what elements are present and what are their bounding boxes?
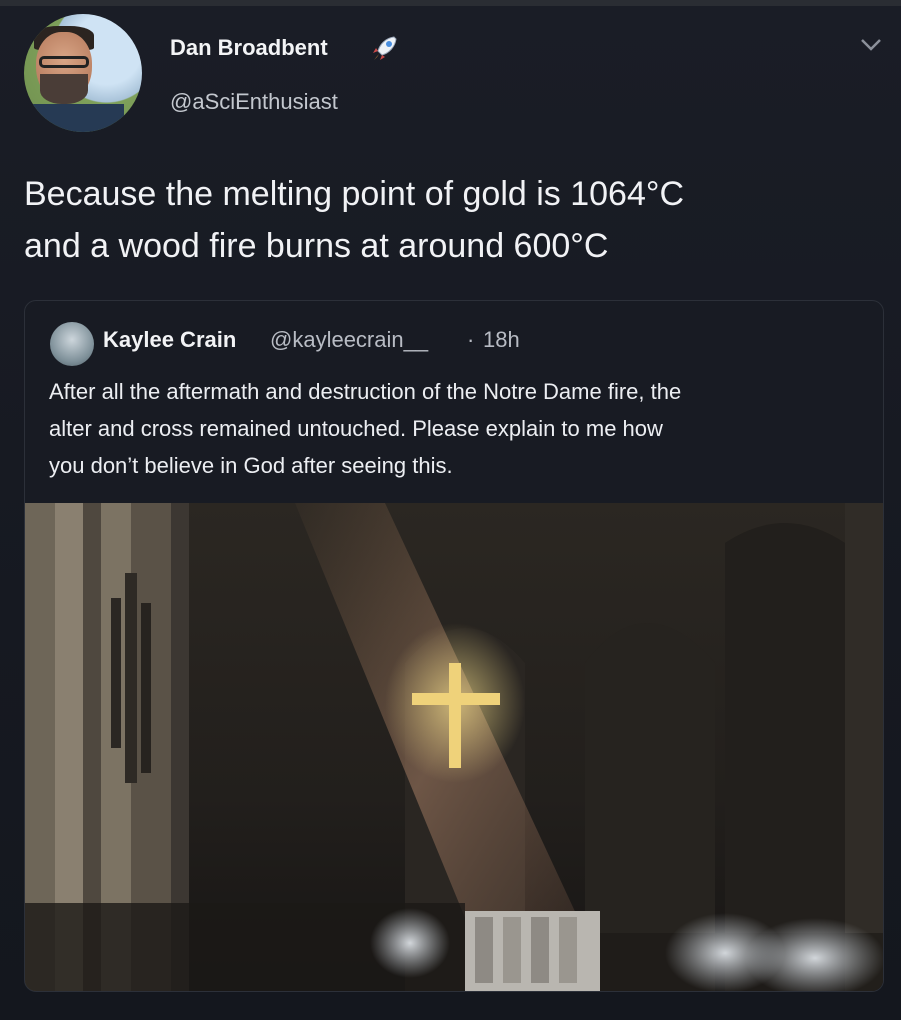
- rocket-icon: [373, 36, 397, 60]
- quoted-text-line: you don’t believe in God after seeing th…: [49, 453, 453, 478]
- quoted-text-line: After all the aftermath and destruction …: [49, 379, 682, 404]
- author-handle[interactable]: @aSciEnthusiast: [170, 89, 338, 115]
- top-divider: [0, 0, 901, 6]
- quoted-text-line: alter and cross remained untouched. Plea…: [49, 416, 663, 441]
- tweet-card: Dan Broadbent @aSciEnthusiast Because th…: [0, 0, 901, 1020]
- quoted-tweet-text: After all the aftermath and destruction …: [49, 373, 864, 484]
- quoted-author-avatar[interactable]: [50, 322, 94, 366]
- tweet-text-line: and a wood fire burns at around 600°C: [24, 227, 609, 265]
- quoted-author-handle[interactable]: @kayleecrain__: [270, 327, 428, 353]
- quoted-timestamp[interactable]: 18h: [483, 327, 520, 353]
- quoted-separator: ·: [467, 327, 475, 352]
- quoted-photo[interactable]: [25, 503, 883, 991]
- quoted-tweet[interactable]: Kaylee Crain @kayleecrain__ · 18h After …: [24, 300, 884, 992]
- author-avatar[interactable]: [24, 14, 142, 132]
- author-display-name[interactable]: Dan Broadbent: [170, 35, 328, 61]
- tweet-text-line: Because the melting point of gold is 106…: [24, 175, 685, 213]
- quoted-author-display-name[interactable]: Kaylee Crain: [103, 327, 236, 353]
- chevron-down-icon[interactable]: [858, 34, 884, 54]
- cathedral-interior-image: [25, 503, 883, 991]
- tweet-text: Because the melting point of gold is 106…: [24, 168, 874, 272]
